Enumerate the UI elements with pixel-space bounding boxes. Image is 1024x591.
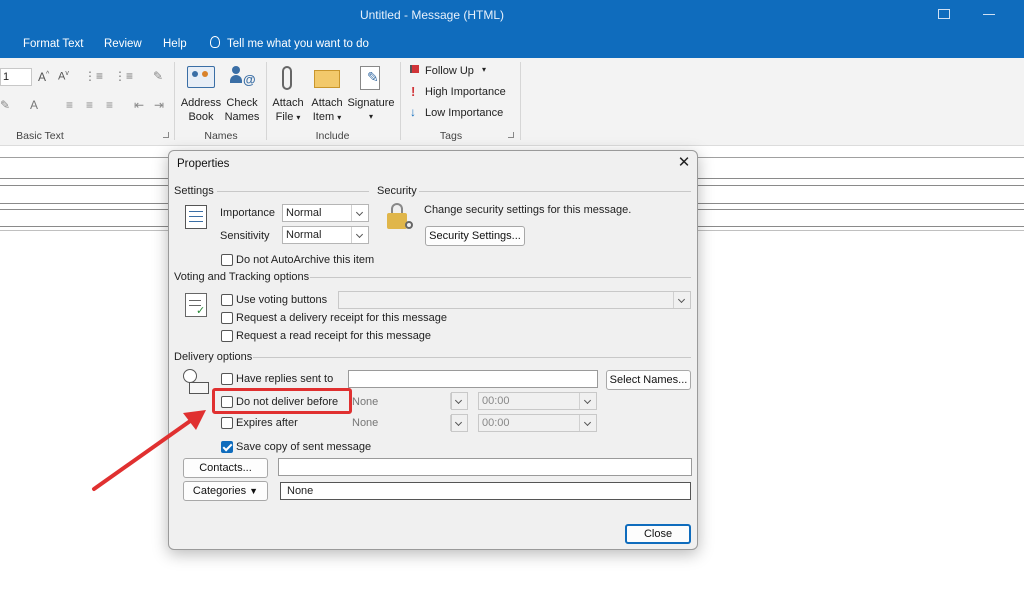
- annotation-arrow: [92, 410, 206, 491]
